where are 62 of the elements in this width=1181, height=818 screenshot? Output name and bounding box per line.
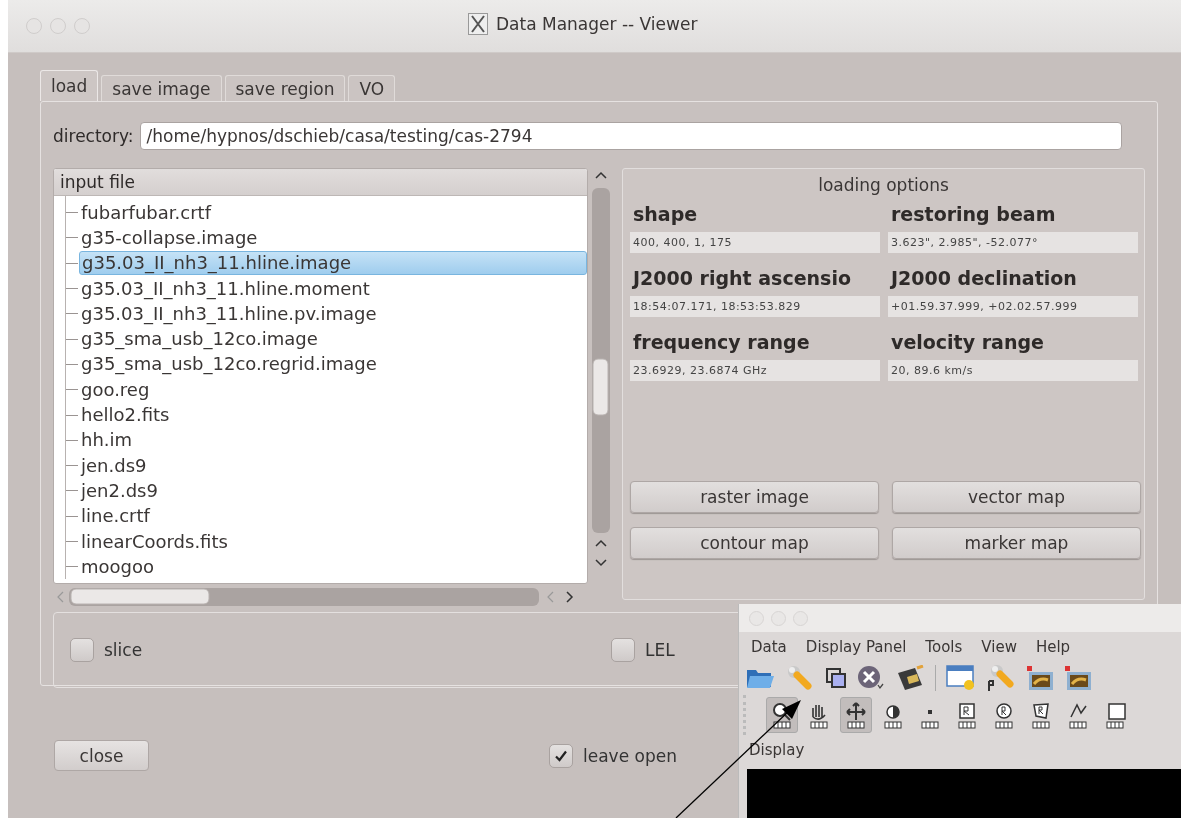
window-icon[interactable] xyxy=(946,664,976,692)
file-item[interactable]: jen2.ds9 xyxy=(79,479,160,502)
image-icon[interactable] xyxy=(1064,664,1092,692)
file-item[interactable]: g35.03_II_nh3_11.hline.moment xyxy=(79,277,372,300)
field-label: restoring beam xyxy=(890,202,1057,227)
close-button[interactable]: close xyxy=(54,740,149,771)
directory-label: directory: xyxy=(53,126,134,146)
column-header[interactable]: input file xyxy=(54,169,587,196)
load-button[interactable]: marker map xyxy=(892,527,1141,559)
file-item[interactable]: jen.ds9 xyxy=(79,454,149,477)
file-item[interactable]: g35_sma_usb_12co.image xyxy=(79,328,320,351)
menu-item[interactable]: View xyxy=(981,637,1017,656)
field-value: 3.623", 2.985", -52.077° xyxy=(888,232,1138,253)
field-label: frequency range xyxy=(632,330,811,355)
field-label: velocity range xyxy=(890,330,1045,355)
menu-item[interactable]: Data xyxy=(751,637,787,656)
file-item[interactable]: moogoo xyxy=(79,555,156,578)
file-item[interactable]: fubarfubar.crtf xyxy=(79,201,213,224)
tab[interactable]: save image xyxy=(101,75,222,101)
load-button[interactable]: raster image xyxy=(630,481,879,513)
file-item[interactable]: hello2.fits xyxy=(79,404,172,426)
wrench-icon[interactable] xyxy=(986,663,1016,693)
load-button[interactable]: vector map xyxy=(892,481,1141,513)
field-label: shape xyxy=(632,202,699,227)
close-circle-icon[interactable] xyxy=(857,665,885,691)
file-item[interactable]: linearCoords.fits xyxy=(79,530,230,553)
menu-item[interactable]: Help xyxy=(1035,637,1071,656)
mouse-tool-button[interactable] xyxy=(840,697,872,733)
tab[interactable]: load xyxy=(40,70,99,101)
menu-item[interactable]: Display Panel xyxy=(805,637,907,656)
panel-label: Display xyxy=(748,740,806,761)
file-item[interactable]: hh.im xyxy=(79,429,135,452)
checkbox-label: LEL xyxy=(645,640,675,660)
field-value: 400, 400, 1, 175 xyxy=(630,232,880,253)
field-label: J2000 right ascensio xyxy=(631,266,852,291)
file-item[interactable]: g35.03_II_nh3_11.hline.pv.image xyxy=(79,302,379,325)
file-item[interactable]: g35.03_II_nh3_11.hline.image xyxy=(79,251,587,276)
field-value: +01.59.37.999, +02.02.57.999 xyxy=(888,296,1138,317)
file-item[interactable]: line.crtf xyxy=(79,505,152,528)
load-button[interactable]: contour map xyxy=(630,527,879,559)
field-value: 20, 89.6 km/s xyxy=(888,360,1138,381)
image-icon[interactable] xyxy=(1026,664,1054,692)
tab[interactable]: save region xyxy=(224,75,346,101)
file-item[interactable]: goo.reg xyxy=(79,378,152,401)
menu-item[interactable]: Tools xyxy=(925,637,963,656)
field-label: J2000 declination xyxy=(889,266,1078,291)
panel-title: loading options xyxy=(817,175,950,195)
checkbox[interactable] xyxy=(70,638,94,662)
directory-field[interactable]: /home/hypnos/dschieb/casa/testing/cas-2794 xyxy=(139,122,1122,150)
checkbox[interactable] xyxy=(549,743,573,768)
window-title: Data Manager -- Viewer xyxy=(496,14,698,34)
windows-icon[interactable] xyxy=(825,667,847,689)
app-icon xyxy=(468,13,488,35)
field-value: 23.6929, 23.6874 GHz xyxy=(630,360,880,381)
checkbox-label: slice xyxy=(104,640,143,660)
file-item[interactable]: g35_sma_usb_12co.regrid.image xyxy=(79,353,379,376)
checkbox[interactable] xyxy=(611,638,635,662)
tab[interactable]: VO xyxy=(348,75,396,101)
field-value: 18:54:07.171, 18:53:53.829 xyxy=(630,296,880,317)
checkbox-label: leave open xyxy=(583,745,677,766)
file-item[interactable]: g35-collapse.image xyxy=(79,226,260,249)
move-tool-icon xyxy=(843,701,869,729)
